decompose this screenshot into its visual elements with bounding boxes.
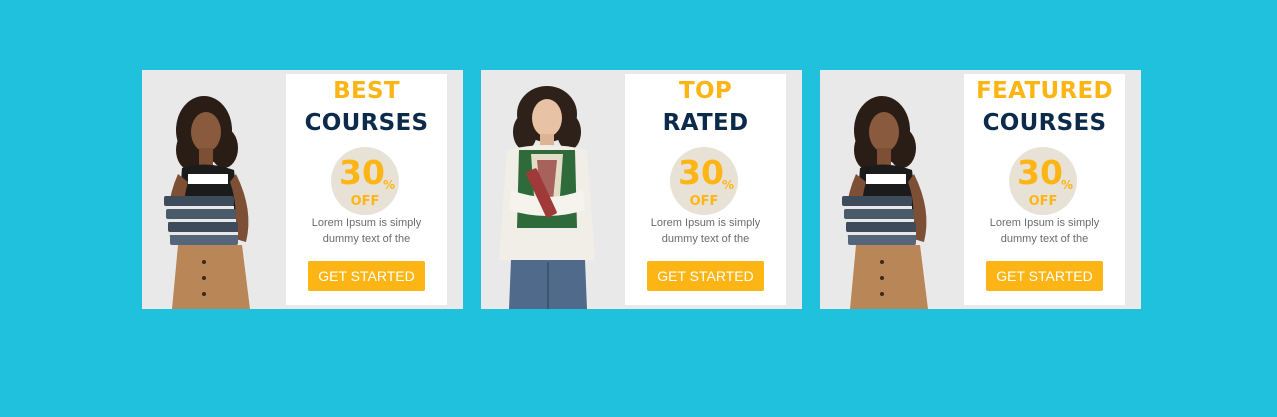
discount-number: 30 bbox=[339, 153, 385, 192]
discount-badge: 30 % OFF bbox=[1009, 147, 1077, 215]
get-started-button[interactable]: GET STARTED bbox=[647, 261, 764, 291]
promo-description: Lorem Ipsum is simply dummy text of the bbox=[989, 217, 1100, 245]
discount-badge: 30 % OFF bbox=[670, 147, 738, 215]
promo-panel: BEST COURSES 30 % OFF Lorem Ipsum is sim… bbox=[286, 74, 447, 305]
promo-description: Lorem Ipsum is simply dummy text of the bbox=[650, 217, 761, 245]
promo-title: COURSES bbox=[304, 110, 429, 136]
promo-title-accent: TOP bbox=[679, 78, 732, 104]
discount-percent-sign: % bbox=[383, 178, 396, 192]
student-photo bbox=[142, 70, 286, 309]
promo-title: RATED bbox=[662, 110, 749, 136]
promo-card-top-rated: TOP RATED 30 % OFF Lorem Ipsum is simply… bbox=[481, 70, 802, 309]
promo-title-accent: BEST bbox=[333, 78, 400, 104]
discount-off-label: OFF bbox=[1028, 194, 1058, 209]
get-started-button[interactable]: GET STARTED bbox=[986, 261, 1103, 291]
student-photo bbox=[820, 70, 964, 309]
discount-number: 30 bbox=[1017, 153, 1063, 192]
promo-title: COURSES bbox=[982, 110, 1107, 136]
promo-card-best-courses: BEST COURSES 30 % OFF Lorem Ipsum is sim… bbox=[142, 70, 463, 309]
discount-off-label: OFF bbox=[689, 194, 719, 209]
student-photo bbox=[481, 70, 625, 309]
promo-card-featured-courses: FEATURED COURSES 30 % OFF Lorem Ipsum is… bbox=[820, 70, 1141, 309]
get-started-button[interactable]: GET STARTED bbox=[308, 261, 425, 291]
promo-title-accent: FEATURED bbox=[976, 78, 1113, 104]
discount-percent-sign: % bbox=[722, 178, 735, 192]
discount-badge: 30 % OFF bbox=[331, 147, 399, 215]
promo-panel: TOP RATED 30 % OFF Lorem Ipsum is simply… bbox=[625, 74, 786, 305]
discount-off-label: OFF bbox=[350, 194, 380, 209]
discount-percent-sign: % bbox=[1061, 178, 1074, 192]
promo-panel: FEATURED COURSES 30 % OFF Lorem Ipsum is… bbox=[964, 74, 1125, 305]
discount-number: 30 bbox=[678, 153, 724, 192]
promo-description: Lorem Ipsum is simply dummy text of the bbox=[311, 217, 422, 245]
